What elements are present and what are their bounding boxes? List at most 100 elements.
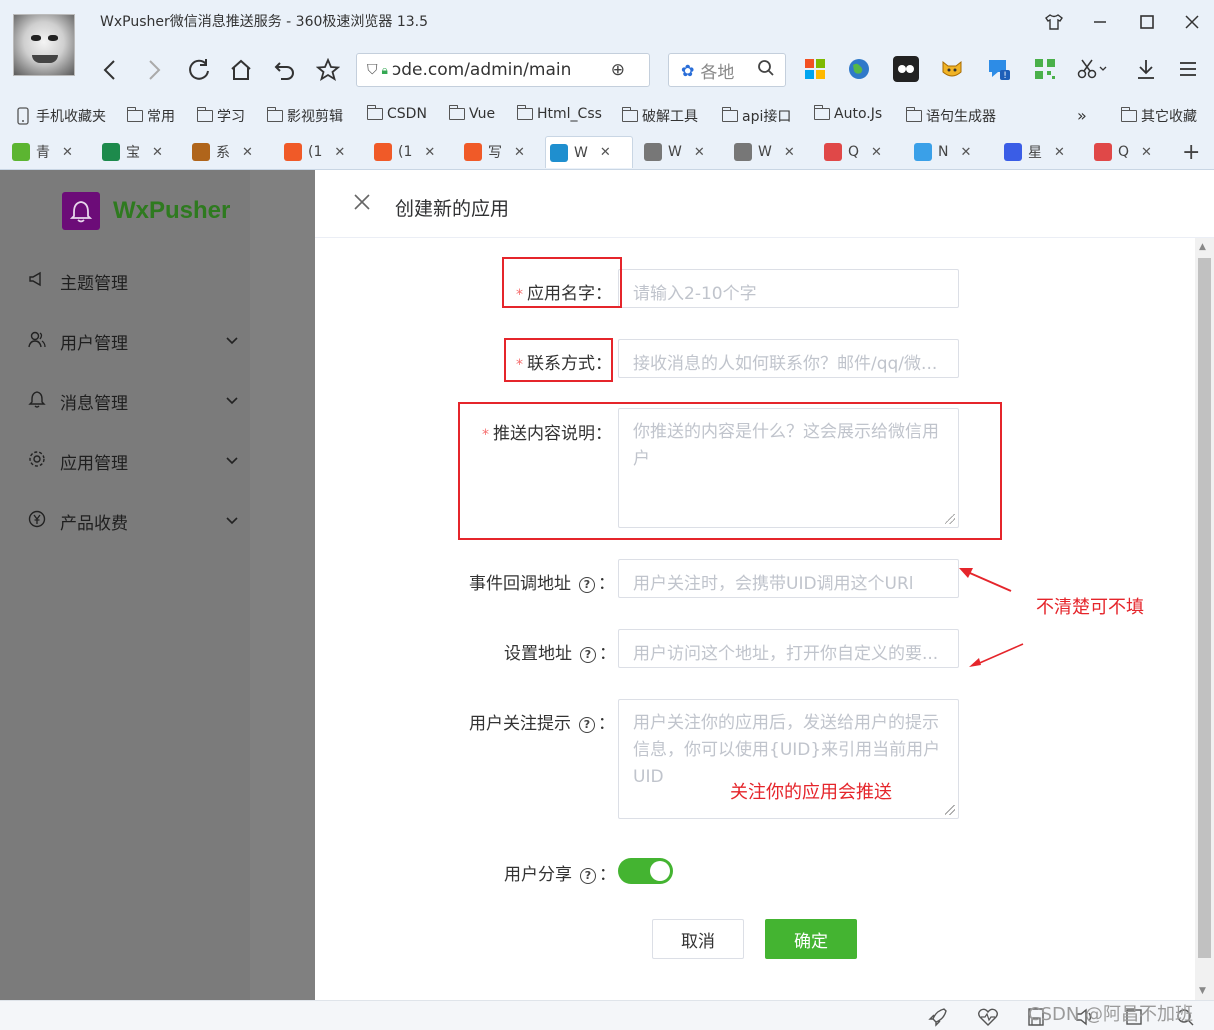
add-page-icon[interactable]: ⊕ xyxy=(611,60,625,80)
close-window-icon[interactable] xyxy=(1178,8,1206,36)
close-tab-icon[interactable]: ✕ xyxy=(960,145,971,160)
minimize-icon[interactable] xyxy=(1086,8,1114,36)
tab-8[interactable]: W ✕ xyxy=(730,136,810,168)
tampermonkey-icon[interactable] xyxy=(893,56,919,82)
help-icon[interactable]: ? xyxy=(579,717,595,733)
chevron-down-icon[interactable] xyxy=(226,394,238,409)
confirm-button[interactable]: 确定 xyxy=(765,919,857,959)
callback-url-input[interactable]: 用户关注时，会携带UID调用这个URl xyxy=(618,559,959,598)
back-icon[interactable] xyxy=(94,54,126,86)
home-icon[interactable] xyxy=(225,54,257,86)
close-tab-icon[interactable]: ✕ xyxy=(1141,145,1152,160)
bookmark-folder-generator[interactable]: 语句生成器 xyxy=(905,106,996,126)
bookmark-folder-csdn[interactable]: CSDN xyxy=(366,105,427,122)
tab-0[interactable]: 青 ✕ xyxy=(8,136,88,168)
contact-input[interactable]: 接收消息的人如何联系你？邮件/qq/微... xyxy=(618,339,959,378)
app-name-input[interactable]: 请输入2-10个字 xyxy=(618,269,959,308)
close-tab-icon[interactable]: ✕ xyxy=(62,145,73,160)
close-tab-icon[interactable]: ✕ xyxy=(694,145,705,160)
sidebar-item-4[interactable]: 产品收费 xyxy=(28,506,238,536)
tab-10[interactable]: N ✕ xyxy=(910,136,990,168)
bookmark-folder-video[interactable]: 影视剪辑 xyxy=(266,106,343,126)
health-heart-icon[interactable] xyxy=(977,1007,999,1030)
help-icon[interactable]: ? xyxy=(580,647,596,663)
bookmarks-bar: 手机收藏夹 常用 学习 影视剪辑 CSDN Vue Html_Css 破解工具 … xyxy=(0,100,1214,130)
bookmark-folder-study[interactable]: 学习 xyxy=(196,106,245,126)
globe-icon[interactable] xyxy=(846,56,872,82)
bookmark-folder-htmlcss[interactable]: Html_Css xyxy=(516,105,602,122)
bookmark-folder-common[interactable]: 常用 xyxy=(126,106,175,126)
apps-grid-icon[interactable] xyxy=(802,56,828,82)
dialog-scrollbar[interactable]: ▲ ▼ xyxy=(1195,238,1214,1000)
help-icon[interactable]: ? xyxy=(580,868,596,884)
new-tab-icon[interactable]: + xyxy=(1182,136,1200,168)
tab-7[interactable]: W ✕ xyxy=(640,136,720,168)
close-tab-icon[interactable]: ✕ xyxy=(600,145,611,160)
bookmark-overflow-button[interactable]: » xyxy=(1077,106,1087,125)
tab-1[interactable]: 宝 ✕ xyxy=(98,136,178,168)
close-tab-icon[interactable]: ✕ xyxy=(242,145,253,160)
rocket-icon[interactable] xyxy=(928,1007,948,1030)
maximize-icon[interactable] xyxy=(1133,8,1161,36)
security-shield-icon[interactable]: ⛉ xyxy=(367,62,378,78)
tab-12[interactable]: Q ✕ xyxy=(1090,136,1170,168)
brand[interactable]: WxPusher xyxy=(62,192,230,230)
bookmark-folder-api[interactable]: api接口 xyxy=(721,106,791,126)
sidebar-item-1[interactable]: 用户管理 xyxy=(28,326,238,356)
bookmark-folder-tools[interactable]: 破解工具 xyxy=(621,106,698,126)
tab-4[interactable]: (1 ✕ xyxy=(370,136,450,168)
chevron-down-icon[interactable] xyxy=(226,334,238,349)
close-tab-icon[interactable]: ✕ xyxy=(424,145,435,160)
cancel-button[interactable]: 取消 xyxy=(652,919,744,959)
scroll-down-icon[interactable]: ▼ xyxy=(1199,986,1206,996)
close-tab-icon[interactable]: ✕ xyxy=(152,145,163,160)
search-box[interactable]: ✿ 各地 xyxy=(668,53,786,87)
favorite-star-icon[interactable] xyxy=(312,54,344,86)
tab-2[interactable]: 系 ✕ xyxy=(188,136,268,168)
chevron-down-icon[interactable] xyxy=(226,514,238,529)
resize-grip-icon[interactable] xyxy=(945,805,955,815)
close-tab-icon[interactable]: ✕ xyxy=(1054,145,1065,160)
cat-icon[interactable] xyxy=(940,56,966,82)
user-avatar[interactable] xyxy=(13,14,75,76)
sidebar-item-0[interactable]: 主题管理 xyxy=(28,266,238,296)
chevron-down-icon[interactable] xyxy=(226,454,238,469)
close-tab-icon[interactable]: ✕ xyxy=(334,145,345,160)
undo-icon[interactable] xyxy=(269,54,301,86)
bookmark-folder-vue[interactable]: Vue xyxy=(448,105,495,122)
forward-icon[interactable] xyxy=(138,54,170,86)
close-tab-icon[interactable]: ✕ xyxy=(871,145,882,160)
search-text[interactable]: 各地 xyxy=(700,58,734,83)
address-url[interactable]: ɔde.com/admin/main xyxy=(392,60,572,80)
sidebar-item-2[interactable]: 消息管理 xyxy=(28,386,238,416)
close-icon[interactable] xyxy=(353,192,371,217)
skin-icon[interactable] xyxy=(1040,8,1068,36)
sidebar-item-3[interactable]: 应用管理 xyxy=(28,446,238,476)
settings-url-input[interactable]: 用户访问这个地址，打开你自定义的要... xyxy=(618,629,959,668)
address-bar[interactable]: ⛉ 🔒︎ ɔde.com/admin/main ⊕ xyxy=(356,53,650,87)
scroll-up-icon[interactable]: ▲ xyxy=(1199,242,1206,252)
bookmark-mobile[interactable]: 手机收藏夹 xyxy=(16,106,106,126)
bookmark-folder-autojs[interactable]: Auto.Js xyxy=(813,105,882,122)
close-tab-icon[interactable]: ✕ xyxy=(784,145,795,160)
tab-strip: 青 ✕ 宝 ✕ 系 ✕ (1 ✕ (1 ✕ 写 ✕ W ✕ W ✕ W ✕ Q ✕ N ✕ 星 ✕ Q ✕ + xyxy=(0,134,1214,170)
bookmark-folder-other[interactable]: 其它收藏 xyxy=(1120,106,1197,126)
react-icon xyxy=(550,143,568,162)
qr-code-icon[interactable] xyxy=(1032,56,1058,82)
close-tab-icon[interactable]: ✕ xyxy=(514,145,525,160)
share-toggle[interactable] xyxy=(618,858,673,884)
help-icon[interactable]: ? xyxy=(579,577,595,593)
menu-icon[interactable] xyxy=(1175,56,1201,82)
scrollbar-thumb[interactable] xyxy=(1198,258,1211,958)
tab-3[interactable]: (1 ✕ xyxy=(280,136,360,168)
download-icon[interactable] xyxy=(1133,56,1159,82)
tab-9[interactable]: Q ✕ xyxy=(820,136,900,168)
tab-11[interactable]: 星 ✕ xyxy=(1000,136,1080,168)
sidebar-item-label: 主题管理 xyxy=(60,273,128,294)
tab-5[interactable]: 写 ✕ xyxy=(460,136,540,168)
search-icon[interactable] xyxy=(757,59,775,82)
tab-6[interactable]: W ✕ xyxy=(545,136,633,168)
notification-extension-icon[interactable]: ! xyxy=(986,56,1012,82)
scissors-icon[interactable] xyxy=(1075,56,1109,82)
refresh-icon[interactable] xyxy=(183,54,215,86)
